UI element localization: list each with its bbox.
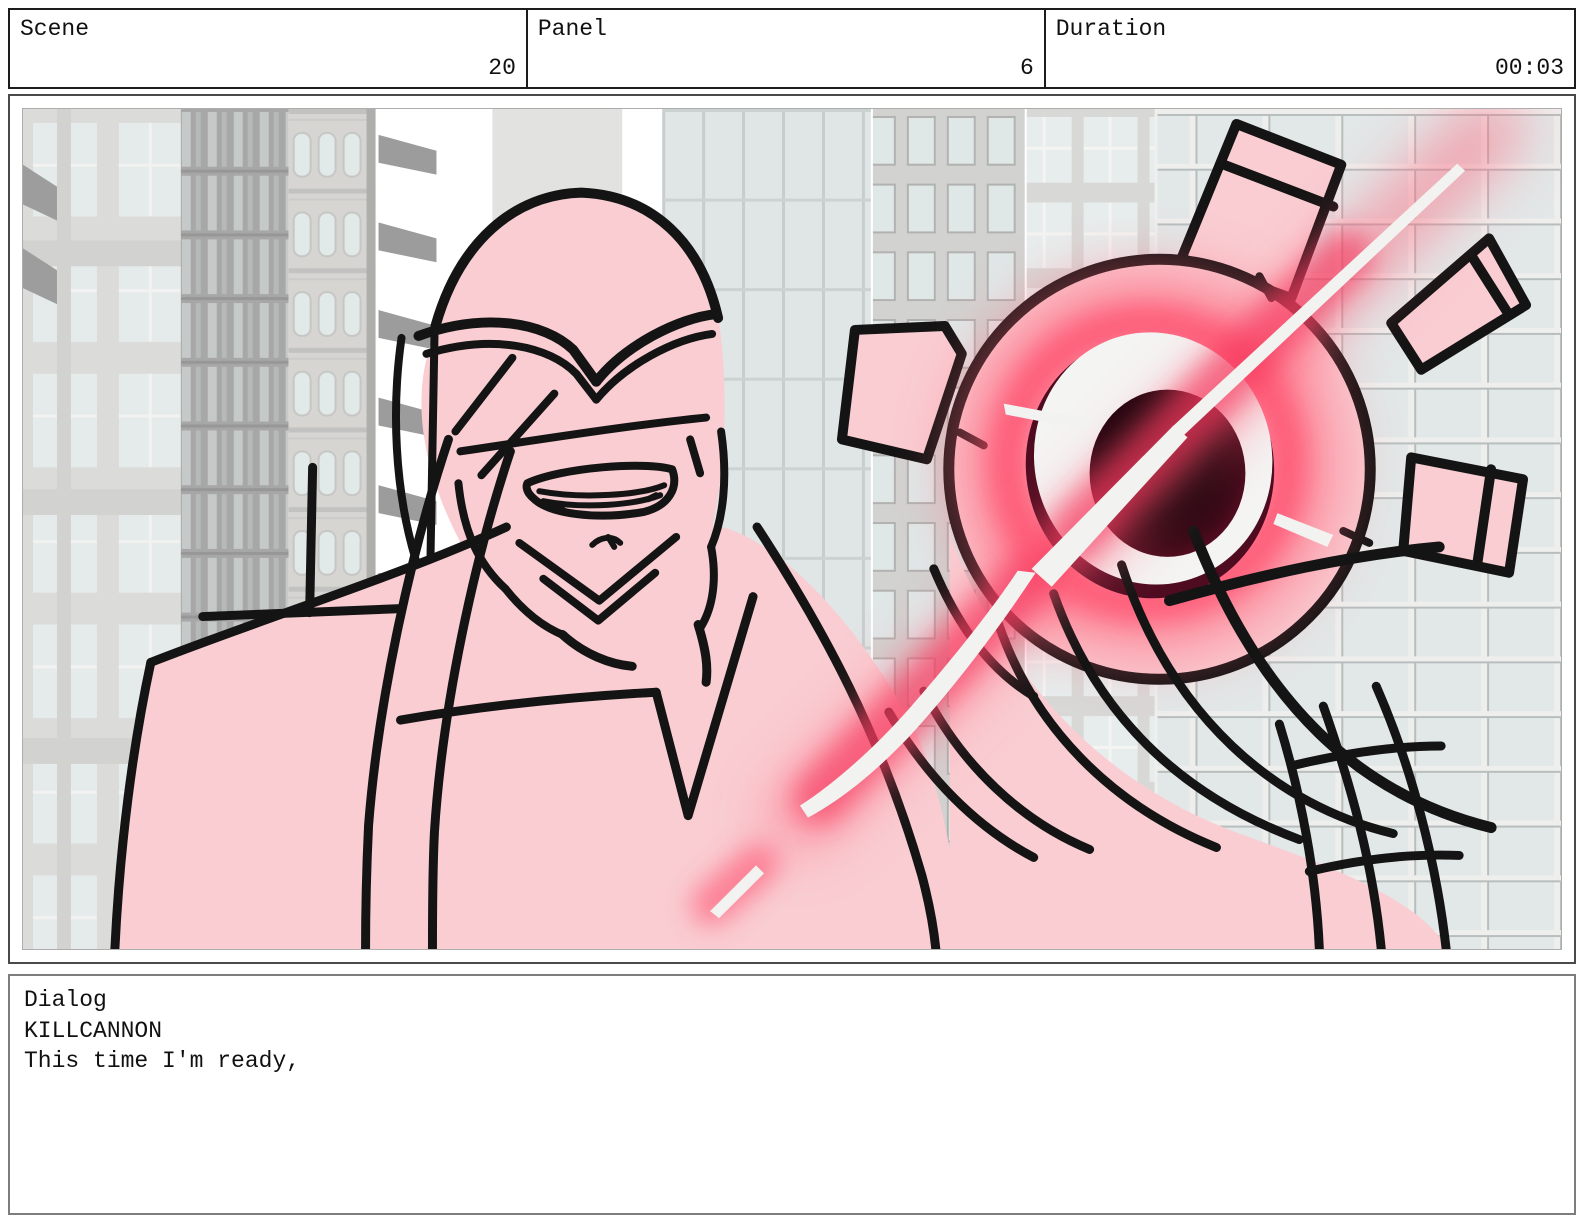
storyboard-image bbox=[22, 108, 1562, 950]
dialog-label: Dialog bbox=[24, 984, 1560, 1016]
dialog-box[interactable]: Dialog KILLCANNON This time I'm ready, bbox=[8, 974, 1576, 1215]
storyboard-page: Scene 20 Panel 6 Duration 00:03 bbox=[0, 0, 1584, 1224]
panel-field[interactable]: Panel 6 bbox=[528, 10, 1046, 87]
storyboard-image-frame bbox=[8, 94, 1576, 964]
prong-right bbox=[1403, 457, 1523, 572]
duration-label: Duration bbox=[1056, 14, 1564, 44]
dialog-text: This time I'm ready, bbox=[24, 1046, 1560, 1076]
duration-field[interactable]: Duration 00:03 bbox=[1046, 10, 1574, 87]
duration-value: 00:03 bbox=[1495, 55, 1564, 81]
panel-header: Scene 20 Panel 6 Duration 00:03 bbox=[8, 8, 1576, 89]
panel-label: Panel bbox=[538, 14, 1034, 44]
scene-field[interactable]: Scene 20 bbox=[10, 10, 528, 87]
scene-value: 20 bbox=[488, 55, 516, 81]
dialog-speaker: KILLCANNON bbox=[24, 1016, 1560, 1046]
storyboard-art bbox=[23, 109, 1561, 949]
panel-value: 6 bbox=[1020, 55, 1034, 81]
scene-label: Scene bbox=[20, 14, 516, 44]
